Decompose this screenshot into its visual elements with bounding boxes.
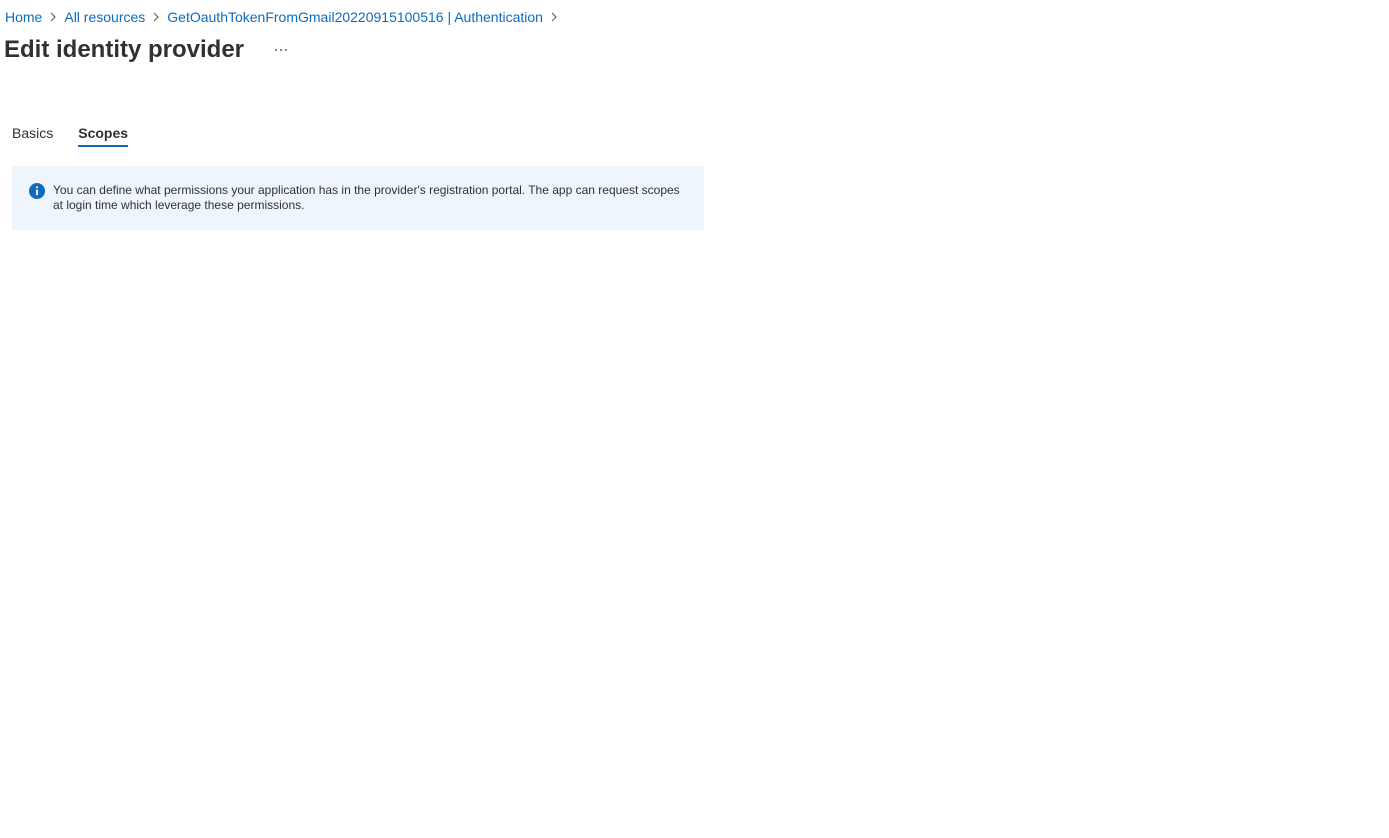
more-options-button[interactable] [268,37,294,63]
tab-bar: Basics Scopes [12,119,153,149]
info-message: You can define what permissions your app… [53,183,680,212]
ellipsis-icon [275,49,288,51]
breadcrumb-all-resources-link[interactable]: All resources [64,8,145,26]
page-title: Edit identity provider [4,36,245,63]
info-banner: You can define what permissions your app… [12,166,704,230]
chevron-right-icon [42,8,64,26]
breadcrumb-authentication-link[interactable]: GetOauthTokenFromGmail20220915100516 | A… [167,8,543,26]
tab-basics[interactable]: Basics [12,119,53,147]
page: Home All resources GetOauthTokenFromGmai… [0,0,1389,838]
title-row: Edit identity provider [4,34,294,66]
tab-scopes[interactable]: Scopes [78,119,128,147]
chevron-right-icon [145,8,167,26]
breadcrumb-home-link[interactable]: Home [5,8,42,26]
chevron-right-icon [543,8,565,26]
info-icon [29,183,45,199]
breadcrumb: Home All resources GetOauthTokenFromGmai… [5,8,565,26]
